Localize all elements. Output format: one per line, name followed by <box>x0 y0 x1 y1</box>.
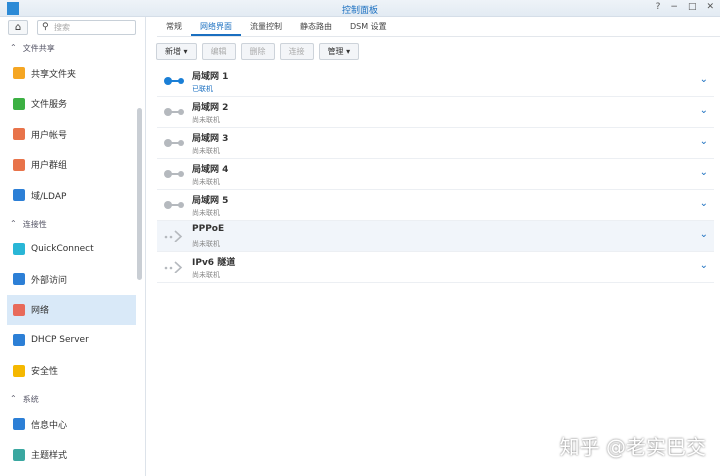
ethernet-icon <box>164 77 184 85</box>
tab[interactable]: 常规 <box>157 17 191 36</box>
interface-row[interactable]: 局域网 2 尚未联机 ⌄ <box>157 97 714 128</box>
ethernet-icon <box>164 108 184 116</box>
interface-status: 尚未联机 <box>192 240 220 248</box>
search-icon: ⚲ <box>42 22 49 32</box>
home-button[interactable]: ⌂ <box>8 20 28 35</box>
sidebar-item-icon <box>13 97 25 110</box>
sidebar-item-icon <box>13 334 25 346</box>
connect-button[interactable]: 连接 <box>279 43 314 60</box>
interface-row[interactable]: 局域网 3 尚未联机 ⌄ <box>157 128 714 159</box>
interface-row[interactable]: 局域网 4 尚未联机 ⌄ <box>157 159 714 190</box>
sidebar-item-icon <box>13 128 25 140</box>
minimize-button[interactable]: − <box>670 2 678 12</box>
section-header[interactable]: ⌃ 系统 <box>10 394 39 405</box>
maximize-button[interactable]: □ <box>688 2 697 12</box>
sidebar-item[interactable]: 网络 <box>7 294 136 325</box>
sidebar-item[interactable]: 安全性 <box>7 356 136 386</box>
tunnel-icon <box>164 261 183 273</box>
sidebar: ⌂ ⚲ 搜索 ⌃ 文件共享共享文件夹 文件服务 用户帐号 用户群组 域/LDAP ⌃ 连接性 Qu… <box>0 17 146 476</box>
collapse-icon: ⌃ <box>10 394 17 403</box>
ethernet-icon <box>164 139 184 147</box>
interface-row[interactable]: IPv6 隧道 尚未联机 ⌄ <box>157 252 714 283</box>
interface-name: 局域网 1 <box>192 72 229 82</box>
interface-list: 局域网 1 已联机 ⌄ 局域网 2 尚未联机 ⌄ 局域网 3 尚未联机 ⌄ 局域网 4 尚未联机 ⌄ 局… <box>157 66 714 283</box>
interface-name: PPPoE <box>192 224 225 234</box>
sidebar-item-icon <box>13 364 25 377</box>
chevron-down-icon[interactable]: ⌄ <box>700 260 708 271</box>
chevron-down-icon[interactable]: ⌄ <box>700 198 708 209</box>
tab[interactable]: 网络界面 <box>191 17 241 36</box>
section-header[interactable]: ⌃ 连接性 <box>10 219 47 230</box>
sidebar-item[interactable]: 共享文件夹 <box>7 58 136 88</box>
interface-status: 尚未联机 <box>192 209 220 217</box>
window-title: 控制面板 <box>341 6 378 16</box>
interface-name: 局域网 4 <box>192 165 229 175</box>
chevron-down-icon[interactable]: ⌄ <box>700 74 708 85</box>
interface-status: 尚未联机 <box>192 178 220 186</box>
collapse-icon: ⌃ <box>10 218 17 228</box>
tunnel-icon <box>164 230 183 242</box>
help-button[interactable]: ? <box>656 2 661 12</box>
interface-row[interactable]: 局域网 5 尚未联机 ⌄ <box>157 190 714 221</box>
delete-button[interactable]: 删除 <box>240 43 275 60</box>
sidebar-item-icon <box>13 242 25 255</box>
sidebar-item[interactable]: DHCP Server <box>7 325 136 355</box>
sidebar-item-icon <box>13 67 25 79</box>
interface-row[interactable]: 局域网 1 已联机 ⌄ <box>157 66 714 97</box>
ethernet-icon <box>164 201 184 209</box>
title-bar: 控制面板 ? − □ ✕ <box>0 0 720 17</box>
sidebar-item-icon <box>13 189 25 201</box>
sidebar-item-icon <box>13 448 25 461</box>
interface-name: 局域网 5 <box>192 196 229 206</box>
sidebar-item[interactable]: 域/LDAP <box>7 180 136 210</box>
interface-name: 局域网 3 <box>192 134 229 144</box>
edit-button[interactable]: 编辑 <box>201 43 236 60</box>
add-button[interactable]: 新增 ▾ <box>156 43 197 60</box>
interface-name: 局域网 2 <box>192 103 229 113</box>
chevron-down-icon[interactable]: ⌄ <box>700 167 708 178</box>
sidebar-item[interactable]: 用户群组 <box>7 150 136 180</box>
sidebar-scrollbar[interactable] <box>137 108 142 280</box>
sidebar-item-icon <box>13 418 25 430</box>
sidebar-item[interactable]: 用户帐号 <box>7 119 136 149</box>
ethernet-icon <box>164 170 184 178</box>
chevron-down-icon[interactable]: ⌄ <box>700 229 708 240</box>
tab[interactable]: 流量控制 <box>241 17 291 36</box>
chevron-down-icon[interactable]: ⌄ <box>700 136 708 147</box>
sidebar-item-icon <box>13 303 25 316</box>
watermark: 知乎 @老实巴交 <box>559 435 706 459</box>
tab-bar: 常规 网络界面 流量控制 静态路由 DSM 设置 <box>157 17 720 37</box>
section-header[interactable]: ⌃ 文件共享 <box>10 43 55 54</box>
sidebar-item[interactable]: 文件服务 <box>7 89 136 119</box>
toolbar: 新增 ▾ 编辑 删除 连接 管理 ▾ <box>156 43 360 60</box>
interface-name: IPv6 隧道 <box>192 258 236 268</box>
chevron-down-icon[interactable]: ⌄ <box>700 105 708 116</box>
sidebar-item[interactable]: 信息中心 <box>7 409 136 439</box>
sidebar-item[interactable]: 外部访问 <box>7 264 136 294</box>
interface-status: 尚未联机 <box>192 271 220 279</box>
interface-status: 尚未联机 <box>192 116 220 124</box>
sidebar-item[interactable]: 主题样式 <box>7 440 136 470</box>
sidebar-item-icon <box>13 273 25 285</box>
interface-status: 已联机 <box>192 85 213 93</box>
tab[interactable]: 静态路由 <box>291 17 341 36</box>
interface-row[interactable]: PPPoE 尚未联机 ⌄ <box>157 221 714 252</box>
tab[interactable]: DSM 设置 <box>341 17 396 36</box>
interface-status: 尚未联机 <box>192 147 220 155</box>
close-button[interactable]: ✕ <box>706 2 714 12</box>
collapse-icon: ⌃ <box>10 43 17 52</box>
search-input[interactable]: ⚲ 搜索 <box>37 20 136 35</box>
sidebar-item-icon <box>13 158 25 171</box>
manage-button[interactable]: 管理 ▾ <box>318 43 360 60</box>
sidebar-item[interactable]: QuickConnect <box>7 234 136 264</box>
